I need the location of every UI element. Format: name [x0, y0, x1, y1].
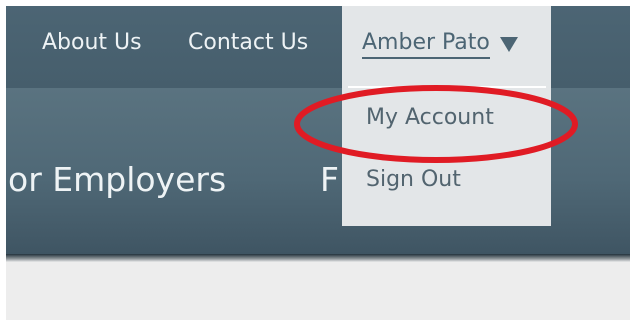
- dropdown-divider: [348, 86, 546, 88]
- screenshot-stage: About Us Contact Us or Employers F Amber…: [0, 0, 632, 320]
- user-menu-toggle[interactable]: Amber Pato: [362, 29, 518, 59]
- nav-about-us[interactable]: About Us: [42, 29, 142, 57]
- menu-item-my-account[interactable]: My Account: [366, 104, 494, 132]
- page-content-area: [6, 262, 630, 320]
- menu-item-sign-out[interactable]: Sign Out: [366, 166, 461, 194]
- nav-contact-us[interactable]: Contact Us: [188, 29, 308, 57]
- banner-shadow: [6, 254, 630, 262]
- caret-down-icon: [499, 37, 518, 52]
- banner-link-next[interactable]: F: [320, 160, 342, 200]
- banner-link-employers[interactable]: or Employers: [8, 160, 226, 200]
- user-name-label: Amber Pato: [362, 29, 490, 59]
